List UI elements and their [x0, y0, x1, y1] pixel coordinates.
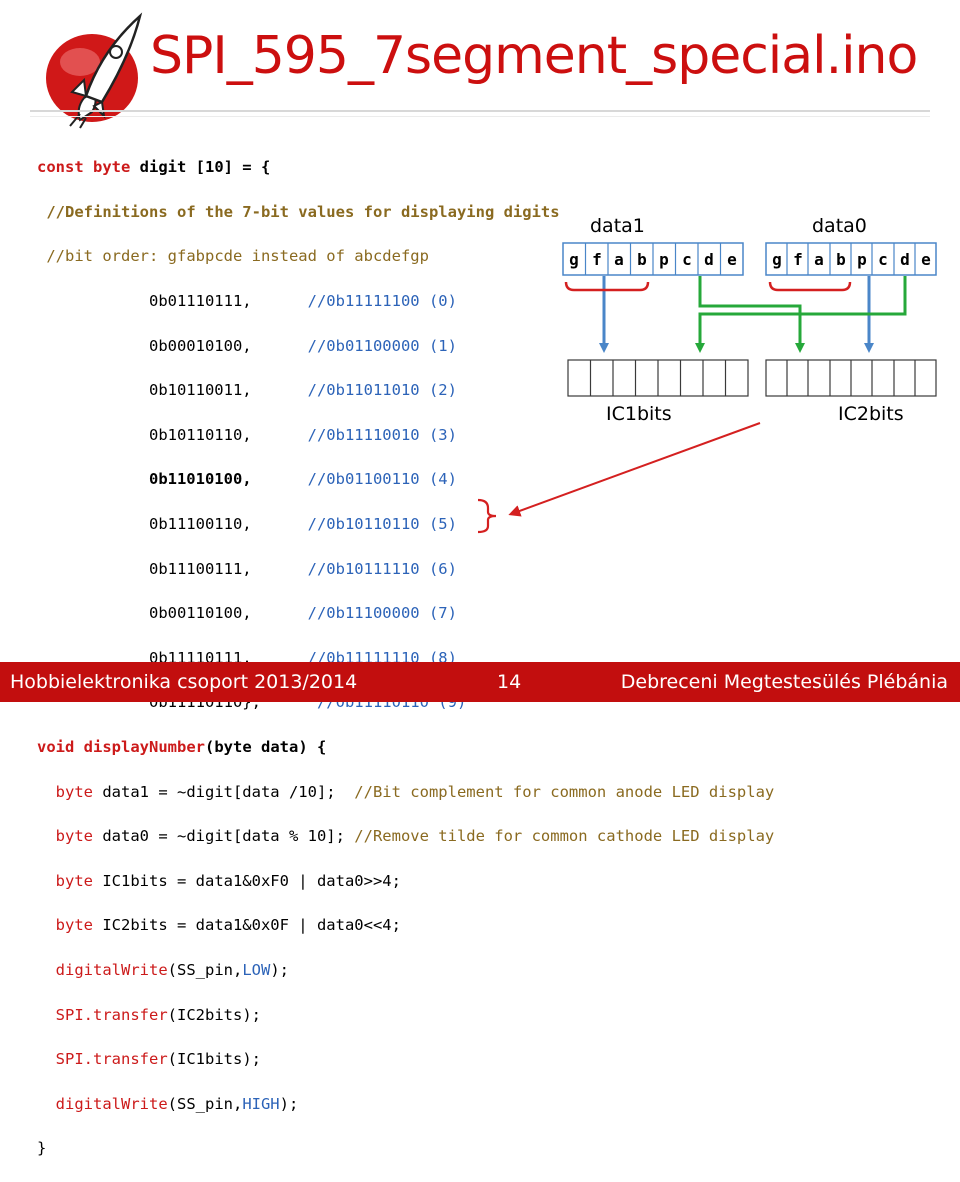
code-text: (IC1bits); — [167, 1050, 261, 1069]
code-text: data0 = ~digit[data % 10]; — [93, 827, 355, 846]
code-object: SPI — [55, 1005, 84, 1024]
annotation-arrow — [508, 422, 761, 517]
code-line: SPI.transfer(IC2bits); — [37, 1004, 774, 1026]
data1-bit-label: b — [637, 250, 647, 269]
code-keyword: byte — [55, 916, 93, 935]
code-constant: HIGH — [242, 1094, 280, 1113]
code-text: (SS_pin, — [167, 960, 243, 979]
ic1bits-register — [567, 359, 749, 397]
data0-bit-label: a — [814, 250, 824, 269]
data1-label: data1 — [590, 215, 645, 237]
code-text: IC1bits = data1&0xF0 | data0>>4; — [93, 871, 401, 890]
code-line: byte IC2bits = data1&0x0F | data0<<4; — [37, 914, 774, 936]
data1-bit-label: p — [659, 250, 669, 269]
data0-to-ic1-arrow — [695, 276, 907, 353]
code-text: (SS_pin, — [167, 1094, 243, 1113]
code-text: (IC2bits); — [167, 1005, 261, 1024]
ic2bits-register — [765, 359, 937, 397]
data0-register: g f a b p c d e — [765, 242, 937, 276]
code-text: IC2bits = data1&0x0F | data0<<4; — [93, 916, 401, 935]
ic2bits-label: IC2bits — [838, 403, 904, 425]
data1-to-ic2-arrow — [698, 276, 805, 353]
data1-bit-label: g — [569, 250, 579, 269]
code-line: } — [37, 1137, 774, 1159]
data1-bit-label: d — [704, 250, 714, 269]
function-name: .transfer — [83, 1005, 168, 1024]
code-lines-brace — [477, 498, 497, 534]
function-name: .transfer — [83, 1050, 168, 1069]
function-name: digitalWrite — [55, 1094, 168, 1113]
code-line: SPI.transfer(IC1bits); — [37, 1048, 774, 1070]
page-number: 14 — [497, 671, 522, 693]
footer-right-text: Debreceni Megtestesülés Plébánia — [620, 671, 948, 693]
code-keyword: void — [37, 738, 75, 757]
data1-bit-label: f — [592, 250, 602, 269]
function-name: digitalWrite — [55, 960, 168, 979]
code-comment: //Bit complement for common anode LED di… — [354, 782, 775, 801]
code-text: ); — [279, 1094, 299, 1113]
code-keyword: byte — [55, 782, 93, 801]
code-object: SPI — [55, 1050, 84, 1069]
function-declaration: void displayNumber(byte data) { — [37, 736, 774, 758]
footer-bar: Hobbielektronika csoport 2013/2014 14 De… — [0, 662, 960, 702]
code-text: data1 = ~digit[data /10]; — [93, 782, 355, 801]
data1-bit-label: c — [682, 250, 692, 269]
code-line: digitalWrite(SS_pin,LOW); — [37, 959, 774, 981]
data1-register: g f a b p c d e — [562, 242, 744, 276]
code-constant: LOW — [242, 960, 271, 979]
data1-bit-label: a — [614, 250, 624, 269]
code-comment: //Remove tilde for common cathode LED di… — [354, 827, 775, 846]
code-line: byte IC1bits = data1&0xF0 | data0>>4; — [37, 870, 774, 892]
data0-bit-label: g — [772, 250, 782, 269]
ic1bits-label: IC1bits — [606, 403, 672, 425]
code-text: (byte data) { — [205, 738, 327, 757]
code-line: byte data0 = ~digit[data % 10]; //Remove… — [37, 825, 775, 847]
data0-bit-label: b — [836, 250, 846, 269]
bit-mapping-diagram: data1 data0 g f a b p c d e g f a b p c — [477, 215, 937, 534]
data1-bit-label: e — [727, 250, 737, 269]
data0-bit-label: p — [857, 250, 867, 269]
footer-left-text: Hobbielektronika csoport 2013/2014 — [10, 671, 358, 693]
code-text: ); — [270, 960, 289, 979]
data1-high-bits-bracket — [564, 281, 650, 292]
data0-bit-label: d — [900, 250, 910, 269]
data0-bit-label: f — [793, 250, 803, 269]
code-line: byte data1 = ~digit[data /10]; //Bit com… — [37, 781, 775, 803]
data0-label: data0 — [812, 215, 867, 237]
data0-high-bits-bracket — [768, 281, 852, 292]
code-line: digitalWrite(SS_pin,HIGH); — [37, 1093, 774, 1115]
data0-bit-label: e — [921, 250, 931, 269]
function-name: displayNumber — [83, 738, 205, 757]
code-keyword: byte — [55, 827, 93, 846]
code-keyword: byte — [55, 871, 93, 890]
closing-brace: } — [37, 1139, 47, 1158]
data0-bit-label: c — [878, 250, 888, 269]
